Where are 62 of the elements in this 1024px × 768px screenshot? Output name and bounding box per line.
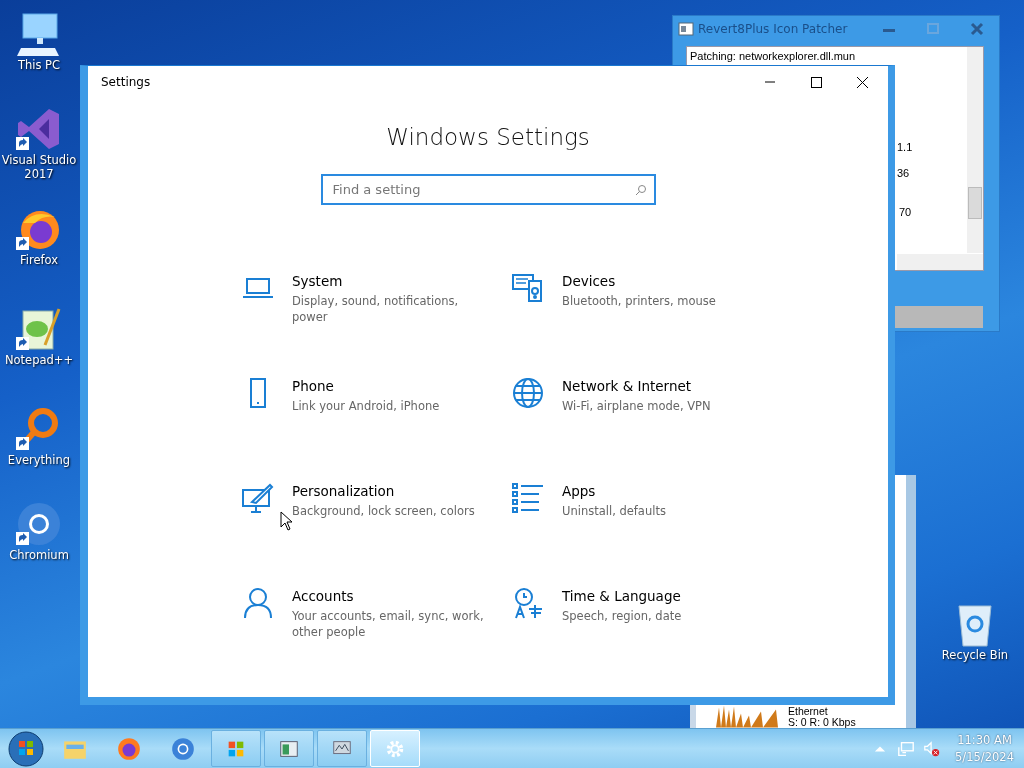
page-heading: Windows Settings	[385, 124, 591, 150]
person-icon	[242, 587, 274, 619]
keyboard-speaker-icon	[512, 272, 544, 304]
taskbar-window-button[interactable]	[211, 730, 261, 767]
settings-category[interactable]: Network & Internet Wi-Fi, airplane mode, VPN	[512, 376, 782, 481]
category-name: Accounts	[292, 587, 355, 606]
log-line: 1.1	[897, 141, 913, 153]
scrollbar[interactable]	[897, 254, 983, 270]
log-line: 70	[899, 206, 912, 218]
settings-category[interactable]: Personalization Background, lock screen, colors	[242, 481, 512, 586]
desktop-icon-label[interactable]: Notepad++	[1, 353, 77, 367]
clock-time: 11:30 AM	[957, 731, 1012, 749]
start-button[interactable]	[8, 730, 44, 767]
log-line: 36	[897, 167, 910, 179]
mouse-pointer-icon	[280, 511, 292, 531]
category-description: Wi-Fi, airplane mode, VPN	[562, 398, 712, 414]
settings-category[interactable]: Devices Bluetooth, printers, mouse	[512, 271, 782, 376]
muted-speaker-icon[interactable]	[923, 739, 942, 758]
desktop-icon-label[interactable]: Chromium	[1, 548, 77, 562]
category-name: Personalization	[292, 482, 396, 501]
category-name: Time & Language	[562, 587, 682, 606]
network-icon[interactable]	[897, 739, 916, 758]
settings-category[interactable]: Apps Uninstall, defaults	[512, 481, 782, 586]
settings-category[interactable]: Phone Link your Android, iPhone	[242, 376, 512, 481]
paintbrush-monitor-icon	[242, 482, 274, 514]
window-title: Settings	[101, 75, 152, 89]
search-icon[interactable]	[634, 184, 647, 196]
category-description: Link your Android, iPhone	[292, 398, 441, 414]
clock-date: 5/15/2024	[955, 748, 1014, 766]
settings-category[interactable]: Time & Language Speech, region, date	[512, 586, 782, 691]
settings-category[interactable]: Accounts Your accounts, email, sync, work, other people	[242, 586, 512, 691]
window-title: Revert8Plus Icon Patcher	[698, 22, 849, 36]
category-name: System	[292, 272, 344, 291]
scrollbar[interactable]	[967, 47, 983, 253]
clock-language-icon	[512, 587, 544, 619]
category-name: Apps	[562, 482, 597, 501]
log-line: Patching: networkexplorer.dll.mun	[690, 50, 856, 62]
traffic-reading: S: 0 R: 0 Kbps	[788, 716, 856, 728]
category-name: Devices	[562, 272, 617, 291]
desktop-icon-label[interactable]: Firefox	[1, 253, 77, 267]
category-description: Display, sound, notifications, power	[292, 293, 460, 325]
category-description: Bluetooth, printers, mouse	[562, 293, 717, 309]
settings-category[interactable]: System Display, sound, notifications, power	[242, 271, 512, 376]
category-name: Network & Internet	[562, 377, 693, 396]
category-description: Uninstall, defaults	[562, 503, 667, 519]
taskbar-window-button[interactable]	[317, 730, 367, 767]
chromium-icon[interactable]	[15, 500, 63, 548]
desktop-icon-label[interactable]: This PC	[1, 58, 77, 72]
globe-icon	[512, 377, 544, 409]
desktop-icon-label[interactable]: Recycle Bin	[937, 648, 1013, 662]
taskbar-window-button[interactable]	[264, 730, 314, 767]
firefox-icon[interactable]	[116, 735, 142, 762]
category-description: Your accounts, email, sync, work, other people	[292, 608, 485, 640]
desktop-icon-label[interactable]: Everything	[1, 453, 77, 467]
category-description: Background, lock screen, colors	[292, 503, 476, 519]
category-description: Speech, region, date	[562, 608, 683, 624]
list-icon	[512, 482, 544, 514]
category-name: Phone	[292, 377, 335, 396]
search-field[interactable]: Find a setting	[320, 174, 656, 205]
chromium-icon[interactable]	[170, 735, 196, 762]
desktop-icon-label[interactable]: Visual Studio 2017	[1, 153, 77, 181]
adapter-name: Ethernet	[788, 705, 828, 717]
